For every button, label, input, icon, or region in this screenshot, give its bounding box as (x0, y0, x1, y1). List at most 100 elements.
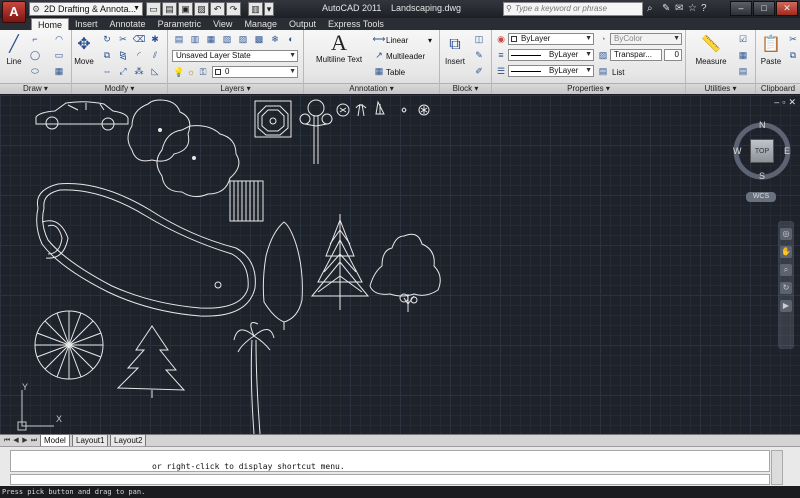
measure-button[interactable]: 📏 Measure (688, 34, 734, 66)
erase-icon[interactable]: ⌫ (132, 33, 146, 45)
insert-button[interactable]: ⧉ Insert (442, 34, 468, 66)
search-input[interactable]: ⚲ Type a keyword or phrase (503, 2, 643, 16)
multileader-button[interactable]: Multileader (386, 52, 425, 61)
redo-icon[interactable]: ↷ (226, 2, 241, 16)
list-icon[interactable]: ▤ (596, 65, 610, 77)
move-button[interactable]: ✥ Move (72, 34, 96, 66)
tab-insert[interactable]: Insert (69, 18, 104, 30)
layer-walk-icon[interactable]: ▦ (204, 33, 218, 45)
circle-icon[interactable]: ◯ (28, 49, 42, 61)
layer-off-icon[interactable]: ◐ (284, 33, 298, 45)
panel-title-layers[interactable]: Layers ▾ (168, 83, 303, 94)
table-icon[interactable]: ▦ (372, 65, 386, 77)
match-properties-icon[interactable]: ◉ (494, 33, 508, 45)
stretch-icon[interactable]: ⇔ (100, 65, 114, 77)
new-icon[interactable]: ▭ (146, 2, 161, 16)
viewcube[interactable]: TOP N S W E WCS (732, 117, 792, 207)
command-input[interactable] (10, 474, 770, 485)
undo-icon[interactable]: ↶ (210, 2, 225, 16)
quick-select-icon[interactable]: ☑ (736, 33, 750, 45)
communication-icon[interactable]: ✉ (675, 3, 683, 14)
linetype-icon[interactable]: ☰ (494, 65, 508, 77)
search-go-icon[interactable]: ⌕ (647, 3, 653, 14)
chevron-down-icon[interactable]: ▾ (428, 36, 432, 45)
layer-freeze-icon[interactable]: ❄ (268, 33, 282, 45)
last-layout-icon[interactable]: ⏭ (30, 436, 38, 446)
copy-clip-icon[interactable]: ⧉ (786, 49, 800, 61)
tab-annotate[interactable]: Annotate (104, 18, 152, 30)
multiline-text-button[interactable]: A Multiline Text (308, 32, 370, 65)
lineweight-icon[interactable]: ≡ (494, 49, 508, 61)
lineweight-dropdown[interactable]: ByLayer ▼ (508, 49, 594, 61)
create-block-icon[interactable]: ◫ (472, 33, 486, 45)
edit-attributes-icon[interactable]: ✐ (472, 65, 486, 77)
linetype-dropdown[interactable]: ByLayer ▼ (508, 65, 594, 77)
showmotion-icon[interactable]: ▶ (780, 300, 792, 312)
scale-icon[interactable]: ⤢ (116, 65, 130, 77)
offset-icon[interactable]: ⫽ (148, 49, 162, 61)
hatch-icon[interactable]: ▦ (52, 65, 66, 77)
wcs-menu[interactable]: WCS (746, 192, 776, 202)
zoom-icon[interactable]: ⌕ (780, 264, 792, 276)
transparency-slider[interactable]: Transpar... (610, 49, 662, 61)
close-button[interactable]: ✕ (776, 1, 798, 16)
plot-icon[interactable]: ▥ (248, 2, 263, 16)
tab-express-tools[interactable]: Express Tools (322, 18, 390, 30)
compass-north[interactable]: N (759, 120, 766, 130)
subscription-icon[interactable]: ✎ (662, 3, 670, 14)
orbit-icon[interactable]: ↻ (780, 282, 792, 294)
panel-title-draw[interactable]: Draw ▾ (0, 83, 71, 94)
fillet-icon[interactable]: ◜ (132, 49, 146, 61)
transparency-icon[interactable]: ▨ (596, 49, 610, 61)
favorites-icon[interactable]: ☆ (688, 3, 697, 14)
current-layer-dropdown[interactable]: 0 ▼ (212, 66, 298, 78)
linear-dimension-button[interactable]: Linear (386, 36, 408, 45)
help-icon[interactable]: ? (701, 3, 707, 14)
arc-icon[interactable]: ◠ (52, 33, 66, 45)
array-icon[interactable]: ⁂ (132, 65, 146, 77)
next-layout-icon[interactable]: ▶ (21, 436, 29, 446)
compass-south[interactable]: S (759, 171, 765, 181)
tab-home[interactable]: Home (31, 18, 70, 30)
linear-dimension-icon[interactable]: ⟷ (372, 33, 386, 45)
application-menu-button[interactable]: A (2, 1, 26, 23)
lock-icon[interactable]: ⚿ (196, 66, 210, 78)
viewcube-top-face[interactable]: TOP (750, 139, 774, 163)
command-scrollbar[interactable] (771, 450, 783, 485)
workspace-dropdown[interactable]: ⚙ 2D Drafting & Annota... ▼ (29, 2, 143, 16)
tab-view[interactable]: View (207, 18, 238, 30)
panel-title-modify[interactable]: Modify ▾ (72, 83, 167, 94)
list-button[interactable]: List (612, 68, 624, 77)
drawing-canvas[interactable]: – ▫ ✕ Y X TOP N S W E WCS ◎ ✋ ⌕ ↻ ▶ (0, 95, 800, 434)
prev-layout-icon[interactable]: ◀ (12, 436, 20, 446)
rotate-icon[interactable]: ↻ (100, 33, 114, 45)
rectangle-icon[interactable]: ▭ (52, 49, 66, 61)
customize-qa-icon[interactable]: ▾ (264, 2, 274, 16)
color-dropdown[interactable]: ByLayer ▼ (508, 33, 594, 45)
mirror-icon[interactable]: ⧎ (116, 49, 130, 61)
tab-output[interactable]: Output (283, 18, 322, 30)
transparency-value[interactable]: 0 (664, 49, 682, 61)
first-layout-icon[interactable]: ⏮ (3, 436, 11, 446)
plotstyle-dropdown[interactable]: ByColor ▼ (610, 33, 682, 45)
ellipse-icon[interactable]: ⬭ (28, 65, 42, 77)
layer-state-dropdown[interactable]: Unsaved Layer State ▼ (172, 50, 298, 62)
panel-title-utilities[interactable]: Utilities ▾ (686, 83, 755, 94)
cut-icon[interactable]: ✂ (786, 33, 800, 45)
explode-icon[interactable]: ✱ (148, 33, 162, 45)
line-button[interactable]: ╱ Line (2, 34, 26, 66)
compass-east[interactable]: E (784, 146, 790, 156)
multileader-icon[interactable]: ↗ (372, 49, 386, 61)
steering-wheel-icon[interactable]: ◎ (780, 228, 792, 240)
plotstyle-icon[interactable]: ◔ (596, 33, 610, 45)
open-icon[interactable]: ▤ (162, 2, 177, 16)
tab-parametric[interactable]: Parametric (152, 18, 208, 30)
tab-manage[interactable]: Manage (238, 18, 283, 30)
chamfer-icon[interactable]: ◺ (148, 65, 162, 77)
paste-button[interactable]: 📋 Paste (758, 34, 784, 66)
compass-west[interactable]: W (733, 146, 742, 156)
maximize-button[interactable]: □ (753, 1, 775, 16)
layer-previous-icon[interactable]: ▥ (188, 33, 202, 45)
pan-icon[interactable]: ✋ (780, 246, 792, 258)
panel-title-properties[interactable]: Properties ▾ (492, 83, 685, 94)
